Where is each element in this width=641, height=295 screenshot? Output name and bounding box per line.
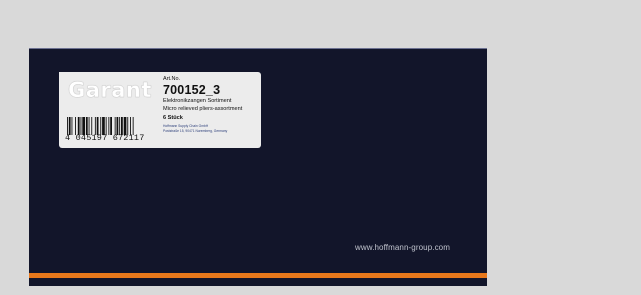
art-no: 700152_3 — [163, 82, 221, 97]
brand-logo: Garant — [68, 78, 152, 102]
quantity: 6 Stück — [163, 115, 183, 122]
brand-logo-area: Garant — [59, 72, 158, 102]
address-line-1: Hoffmann Supply Chain GmbH — [163, 123, 209, 128]
product-label: Garant 4 045197 672117 Art.No. 700152_3 … — [59, 72, 261, 148]
address-line-2: Poststraße 15, 90471 Nuremberg, Germany — [163, 128, 228, 133]
box-bottom-band — [29, 278, 487, 286]
art-no-label: Art.No. — [163, 76, 181, 82]
label-info: Art.No. 700152_3 Elektronikzangen Sortim… — [163, 76, 257, 133]
barcode-number: 4 045197 672117 — [65, 133, 145, 143]
description-german: Elektronikzangen Sortiment — [163, 98, 232, 104]
description-english: Micro relieved pliers-assortment — [163, 105, 243, 112]
website-url: www.hoffmann-group.com — [355, 243, 450, 252]
